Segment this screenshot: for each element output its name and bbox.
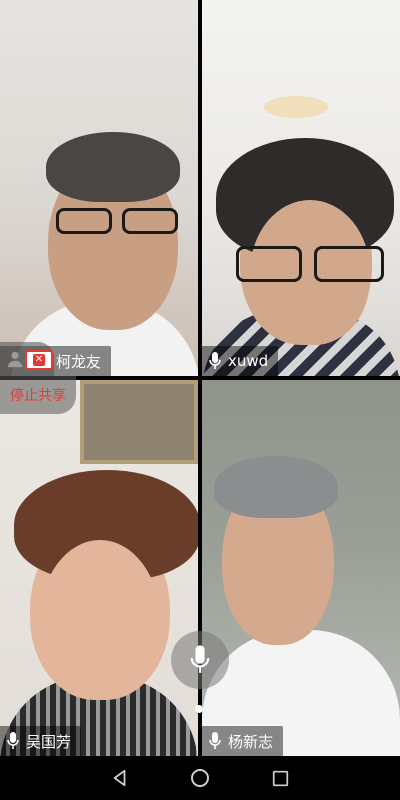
video-tile-2[interactable]: xuwd (202, 0, 400, 376)
participant-label: 杨新志 (202, 726, 284, 756)
system-nav-bar (0, 756, 400, 800)
glasses-right (122, 208, 178, 234)
screen-share-icon[interactable]: ✕ (25, 350, 53, 370)
participant-name: 吴国芳 (26, 732, 72, 751)
participant-name: xuwd (228, 352, 269, 370)
glasses-left (236, 246, 302, 282)
participant-face-front (40, 540, 160, 700)
page-indicator-dot (195, 705, 203, 713)
mic-icon (209, 732, 221, 749)
back-icon (113, 769, 126, 787)
glasses-left (56, 208, 112, 234)
recents-icon (272, 770, 288, 786)
video-tile-4[interactable]: 杨新志 (202, 380, 400, 756)
mic-icon (190, 645, 210, 673)
wall-painting (80, 380, 198, 464)
participant-label: xuwd (202, 346, 279, 376)
mic-icon (209, 352, 221, 369)
stop-share-label: 停止共享 (10, 388, 66, 404)
participant-hair (214, 456, 338, 518)
user-icon (7, 351, 23, 368)
video-tile-1[interactable]: 柯龙友 (0, 0, 198, 376)
glasses-right (314, 246, 384, 282)
home-button[interactable] (180, 758, 220, 798)
back-button[interactable] (100, 758, 140, 798)
participant-name: 杨新志 (228, 732, 274, 751)
participant-name: 柯龙友 (56, 352, 102, 371)
stop-share-button[interactable]: 停止共享 (0, 376, 76, 414)
home-icon (191, 769, 209, 787)
ceiling-lamp (264, 96, 328, 118)
recents-button[interactable] (260, 758, 300, 798)
video-tile-3[interactable]: 吴国芳 (0, 380, 198, 756)
mic-toggle-button[interactable] (171, 631, 229, 689)
mic-icon (7, 732, 19, 749)
close-icon: ✕ (33, 354, 45, 366)
participant-hair (46, 132, 180, 202)
participant-label: 吴国芳 (0, 726, 82, 756)
